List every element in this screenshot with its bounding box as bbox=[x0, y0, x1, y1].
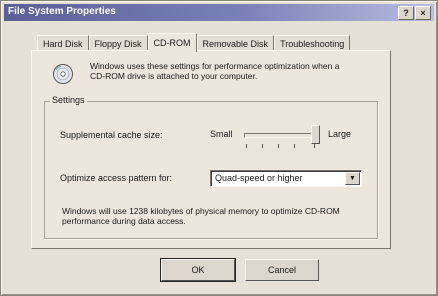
cache-large-label: Large bbox=[328, 129, 352, 139]
ok-button[interactable]: OK bbox=[160, 258, 236, 282]
intro-text: Windows uses these settings for performa… bbox=[90, 61, 340, 81]
cache-slider-thumb[interactable] bbox=[311, 125, 320, 144]
access-pattern-label: Optimize access pattern for: bbox=[60, 173, 173, 183]
slider-tick bbox=[294, 144, 295, 148]
slider-tick bbox=[246, 144, 247, 148]
cd-rom-panel: Windows uses these settings for performa… bbox=[31, 50, 391, 249]
settings-group-label: Settings bbox=[50, 95, 87, 105]
slider-tick bbox=[262, 144, 263, 148]
dropdown-arrow-icon[interactable]: ▼ bbox=[345, 172, 360, 185]
cache-small-label: Small bbox=[210, 129, 233, 139]
close-button[interactable]: × bbox=[415, 6, 431, 20]
cache-slider-track[interactable] bbox=[244, 133, 316, 138]
slider-tick bbox=[278, 144, 279, 148]
tab-cd-rom[interactable]: CD-ROM bbox=[147, 33, 197, 52]
access-pattern-select[interactable]: Quad-speed or higher ▼ bbox=[210, 170, 362, 187]
tab-strip: Hard Disk Floppy Disk CD-ROM Removable D… bbox=[37, 33, 351, 52]
cancel-button[interactable]: Cancel bbox=[245, 259, 319, 281]
cache-size-label: Supplemental cache size: bbox=[60, 130, 163, 140]
help-button[interactable]: ? bbox=[398, 6, 414, 20]
memory-usage-note: Windows will use 1238 kilobytes of physi… bbox=[62, 206, 340, 226]
title-bar[interactable]: File System Properties ? × bbox=[4, 4, 434, 21]
window-title: File System Properties bbox=[8, 6, 116, 17]
slider-tick bbox=[314, 144, 315, 148]
cache-size-control: Small Large bbox=[204, 123, 374, 153]
file-system-properties-dialog: File System Properties ? × Hard Disk Flo… bbox=[0, 0, 438, 296]
cd-rom-icon bbox=[53, 64, 73, 84]
access-pattern-value: Quad-speed or higher bbox=[215, 173, 303, 183]
